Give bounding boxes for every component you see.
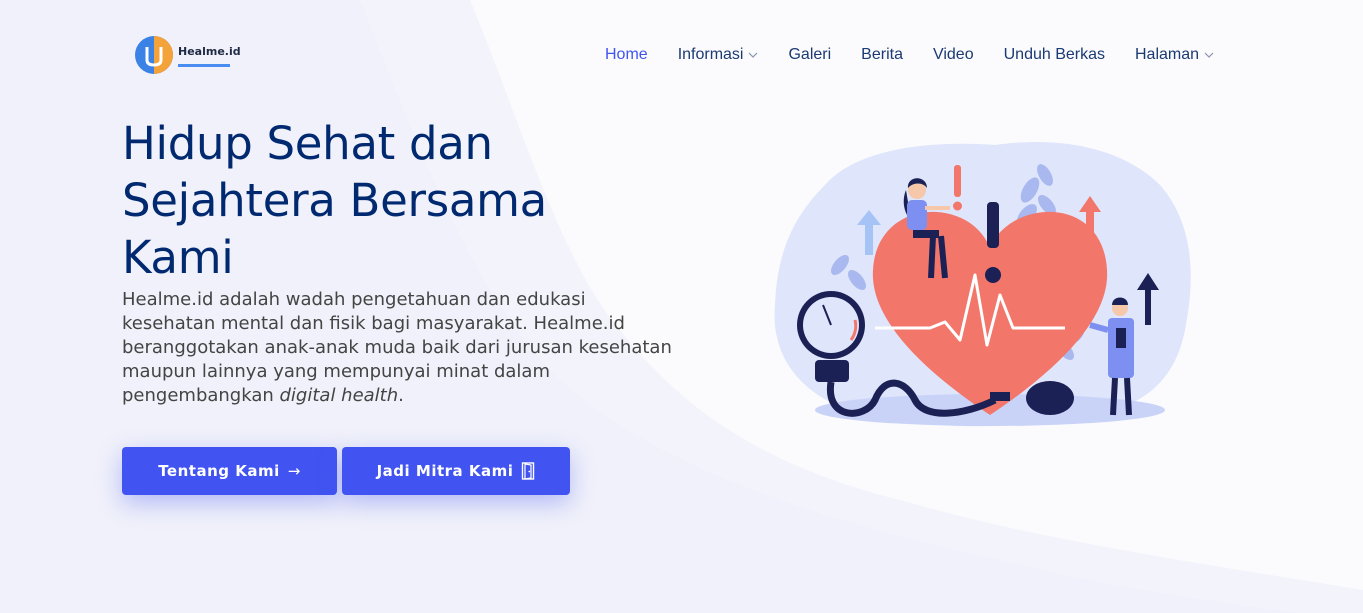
nav-item-home[interactable]: Home: [605, 46, 648, 64]
main-nav: Home Informasi Galeri Berita Video Unduh…: [605, 46, 1244, 64]
hero-description-emphasis: digital health: [279, 385, 399, 406]
arrow-right-icon: →: [287, 462, 301, 480]
exclamation-icon: [954, 165, 961, 197]
nav-label: Galeri: [788, 46, 832, 63]
chevron-down-icon: [1204, 52, 1214, 58]
site-header: Healme.id Home Informasi Galeri Berita V…: [0, 0, 1363, 110]
nav-item-halaman[interactable]: Halaman: [1135, 46, 1214, 64]
nav-label: Berita: [861, 46, 903, 63]
nav-label: Informasi: [677, 46, 744, 63]
hero-description: Healme.id adalah wadah pengetahuan dan e…: [122, 288, 682, 408]
brand-underline: [178, 64, 230, 67]
nav-label: Home: [605, 46, 648, 63]
nav-label: Unduh Berkas: [1003, 46, 1105, 63]
nav-item-galeri[interactable]: Galeri: [788, 46, 831, 64]
nav-item-unduh-berkas[interactable]: Unduh Berkas: [1004, 46, 1105, 64]
about-button-label: Tentang Kami: [158, 462, 280, 480]
nav-item-informasi[interactable]: Informasi: [678, 46, 759, 64]
brand-logo[interactable]: Healme.id: [133, 34, 241, 76]
nav-label: Halaman: [1135, 46, 1200, 63]
nav-item-video[interactable]: Video: [933, 46, 974, 64]
hero-description-end: .: [398, 385, 404, 406]
health-illustration: [774, 141, 1191, 427]
exclamation-icon: [987, 202, 999, 248]
partner-button[interactable]: Jadi Mitra Kami: [342, 447, 570, 495]
logo-mark-icon: [135, 36, 173, 74]
nav-item-berita[interactable]: Berita: [861, 46, 903, 64]
hero-title: Hidup Sehat dan Sejahtera Bersama Kami: [122, 117, 547, 284]
brand-name: Healme.id: [178, 44, 241, 58]
chevron-down-icon: [749, 52, 758, 58]
door-open-icon: [522, 462, 535, 480]
about-button[interactable]: Tentang Kami →: [122, 447, 337, 495]
partner-button-label: Jadi Mitra Kami: [376, 462, 514, 480]
nav-label: Video: [932, 46, 974, 63]
